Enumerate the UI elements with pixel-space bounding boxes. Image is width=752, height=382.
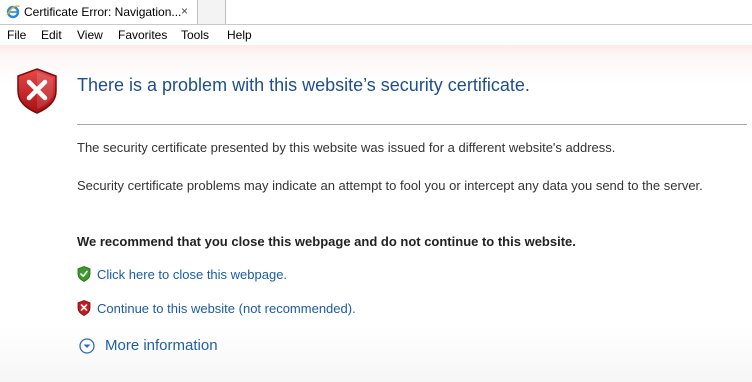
shield-check-icon bbox=[77, 266, 91, 282]
page-title: There is a problem with this website’s s… bbox=[77, 75, 530, 95]
recommendation-text: We recommend that you close this webpage… bbox=[77, 234, 576, 249]
ie-logo-icon bbox=[6, 5, 20, 19]
description-paragraph-1: The security certificate presented by th… bbox=[77, 140, 616, 155]
menu-help[interactable]: Help bbox=[227, 28, 252, 42]
close-webpage-link[interactable]: Click here to close this webpage. bbox=[97, 267, 287, 282]
expand-chevron-icon[interactable] bbox=[79, 338, 95, 354]
menu-tools[interactable]: Tools bbox=[181, 28, 209, 42]
new-tab-button[interactable] bbox=[198, 0, 226, 24]
continue-website-link[interactable]: Continue to this website (not recommende… bbox=[97, 301, 356, 316]
shield-error-small-icon bbox=[77, 300, 91, 316]
menu-file[interactable]: File bbox=[7, 28, 26, 42]
description-paragraph-2: Security certificate problems may indica… bbox=[77, 178, 703, 193]
browser-tab[interactable]: Certificate Error: Navigation... × bbox=[0, 0, 198, 24]
title-divider bbox=[77, 124, 747, 125]
tab-bar: Certificate Error: Navigation... × bbox=[0, 0, 752, 25]
more-information-link[interactable]: More information bbox=[105, 337, 218, 354]
menu-favorites[interactable]: Favorites bbox=[118, 28, 167, 42]
menu-view[interactable]: View bbox=[77, 28, 103, 42]
menu-bar: File Edit View Favorites Tools Help bbox=[0, 25, 752, 45]
tab-close-icon[interactable]: × bbox=[181, 3, 188, 19]
menu-edit[interactable]: Edit bbox=[41, 28, 62, 42]
page-content: There is a problem with this website’s s… bbox=[0, 45, 752, 382]
tab-title: Certificate Error: Navigation... bbox=[24, 5, 182, 19]
shield-error-icon bbox=[17, 68, 57, 114]
